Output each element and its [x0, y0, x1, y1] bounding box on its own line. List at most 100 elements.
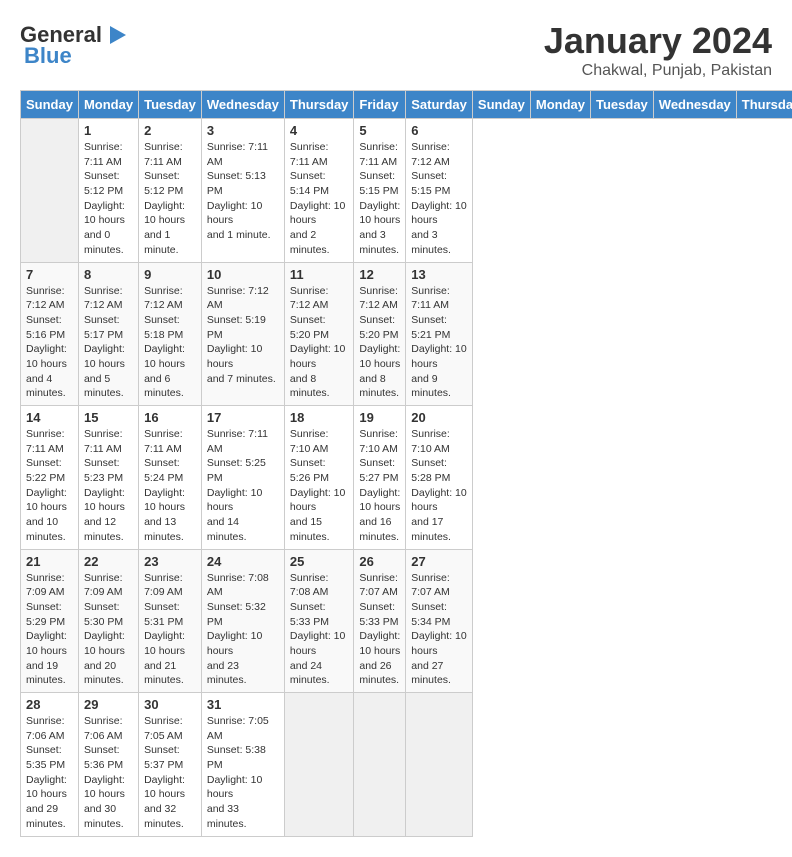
day-number: 2	[144, 123, 196, 138]
day-info: Sunrise: 7:11 AMSunset: 5:21 PMDaylight:…	[411, 284, 467, 402]
day-info: Sunrise: 7:11 AMSunset: 5:23 PMDaylight:…	[84, 427, 133, 545]
day-info: Sunrise: 7:12 AMSunset: 5:19 PMDaylight:…	[207, 284, 279, 387]
calendar-cell: 5Sunrise: 7:11 AMSunset: 5:15 PMDaylight…	[354, 119, 406, 263]
calendar-cell: 16Sunrise: 7:11 AMSunset: 5:24 PMDayligh…	[139, 406, 202, 550]
calendar-cell: 1Sunrise: 7:11 AMSunset: 5:12 PMDaylight…	[78, 119, 138, 263]
day-info: Sunrise: 7:10 AMSunset: 5:27 PMDaylight:…	[359, 427, 400, 545]
week-row-1: 1 Sunrise: 7:11 AMSunset: 5:12 PMDaylight…	[21, 119, 792, 263]
day-info: Sunrise: 7:12 AMSunset: 5:15 PMDaylight:…	[411, 140, 467, 258]
calendar-cell: 22 Sunrise: 7:09 AMSunset: 5:30 PMDayligh…	[78, 549, 138, 693]
calendar-cell	[21, 119, 79, 263]
calendar-cell: 13 Sunrise: 7:11 AMSunset: 5:21 PMDayligh…	[406, 262, 473, 406]
day-number: 26	[359, 554, 400, 569]
calendar-cell: 26Sunrise: 7:07 AMSunset: 5:33 PMDayligh…	[354, 549, 406, 693]
day-info: Sunrise: 7:05 AMSunset: 5:38 PMDaylight:…	[207, 714, 279, 832]
calendar-cell: 8 Sunrise: 7:12 AMSunset: 5:17 PMDaylight…	[78, 262, 138, 406]
calendar-cell: 23 Sunrise: 7:09 AMSunset: 5:31 PMDayligh…	[139, 549, 202, 693]
calendar-cell: 20Sunrise: 7:10 AMSunset: 5:28 PMDayligh…	[406, 406, 473, 550]
day-info: Sunrise: 7:11 AMSunset: 5:14 PMDaylight:…	[290, 140, 349, 258]
calendar-cell: 17 Sunrise: 7:11 AMSunset: 5:25 PMDayligh…	[201, 406, 284, 550]
header-row: SundayMondayTuesdayWednesdayThursdayFrid…	[21, 91, 792, 119]
calendar-cell	[284, 693, 354, 837]
day-info: Sunrise: 7:11 AMSunset: 5:24 PMDaylight:…	[144, 427, 196, 545]
header-tuesday: Tuesday	[139, 91, 202, 119]
day-number: 6	[411, 123, 467, 138]
header-friday: Friday	[354, 91, 406, 119]
calendar-cell: 27 Sunrise: 7:07 AMSunset: 5:34 PMDayligh…	[406, 549, 473, 693]
day-info: Sunrise: 7:05 AMSunset: 5:37 PMDaylight:…	[144, 714, 196, 832]
day-info: Sunrise: 7:08 AMSunset: 5:32 PMDaylight:…	[207, 571, 279, 689]
calendar-cell: 6 Sunrise: 7:12 AMSunset: 5:15 PMDaylight…	[406, 119, 473, 263]
calendar-cell: 7 Sunrise: 7:12 AMSunset: 5:16 PMDaylight…	[21, 262, 79, 406]
header-monday: Monday	[78, 91, 138, 119]
day-info: Sunrise: 7:07 AMSunset: 5:34 PMDaylight:…	[411, 571, 467, 689]
day-info: Sunrise: 7:10 AMSunset: 5:26 PMDaylight:…	[290, 427, 349, 545]
calendar-cell: 12Sunrise: 7:12 AMSunset: 5:20 PMDayligh…	[354, 262, 406, 406]
week-row-3: 14 Sunrise: 7:11 AMSunset: 5:22 PMDayligh…	[21, 406, 792, 550]
day-number: 3	[207, 123, 279, 138]
calendar-cell: 9Sunrise: 7:12 AMSunset: 5:18 PMDaylight…	[139, 262, 202, 406]
header-sunday: Sunday	[21, 91, 79, 119]
location: Chakwal, Punjab, Pakistan	[544, 62, 772, 80]
day-number: 30	[144, 697, 196, 712]
day-number: 7	[26, 267, 73, 282]
logo-blue-text: Blue	[24, 44, 72, 68]
day-number: 22	[84, 554, 133, 569]
day-info: Sunrise: 7:12 AMSunset: 5:18 PMDaylight:…	[144, 284, 196, 402]
title-area: January 2024 Chakwal, Punjab, Pakistan	[544, 20, 772, 80]
day-info: Sunrise: 7:10 AMSunset: 5:28 PMDaylight:…	[411, 427, 467, 545]
header-wednesday: Wednesday	[201, 91, 284, 119]
day-number: 11	[290, 267, 349, 282]
day-number: 23	[144, 554, 196, 569]
calendar-cell: 10 Sunrise: 7:12 AMSunset: 5:19 PMDayligh…	[201, 262, 284, 406]
day-number: 31	[207, 697, 279, 712]
week-row-2: 7 Sunrise: 7:12 AMSunset: 5:16 PMDaylight…	[21, 262, 792, 406]
day-number: 25	[290, 554, 349, 569]
calendar-cell: 30 Sunrise: 7:05 AMSunset: 5:37 PMDayligh…	[139, 693, 202, 837]
col-header-wednesday: Wednesday	[653, 91, 736, 119]
calendar-cell	[354, 693, 406, 837]
day-number: 21	[26, 554, 73, 569]
calendar-cell: 29 Sunrise: 7:06 AMSunset: 5:36 PMDayligh…	[78, 693, 138, 837]
calendar-cell: 21 Sunrise: 7:09 AMSunset: 5:29 PMDayligh…	[21, 549, 79, 693]
day-number: 13	[411, 267, 467, 282]
calendar-cell: 15 Sunrise: 7:11 AMSunset: 5:23 PMDayligh…	[78, 406, 138, 550]
day-number: 4	[290, 123, 349, 138]
day-info: Sunrise: 7:09 AMSunset: 5:31 PMDaylight:…	[144, 571, 196, 689]
day-number: 10	[207, 267, 279, 282]
calendar-cell: 19 Sunrise: 7:10 AMSunset: 5:27 PMDayligh…	[354, 406, 406, 550]
day-info: Sunrise: 7:09 AMSunset: 5:30 PMDaylight:…	[84, 571, 133, 689]
day-info: Sunrise: 7:06 AMSunset: 5:35 PMDaylight:…	[26, 714, 73, 832]
day-number: 19	[359, 410, 400, 425]
header-saturday: Saturday	[406, 91, 473, 119]
day-number: 8	[84, 267, 133, 282]
day-info: Sunrise: 7:11 AMSunset: 5:13 PMDaylight:…	[207, 140, 279, 243]
week-row-5: 28Sunrise: 7:06 AMSunset: 5:35 PMDayligh…	[21, 693, 792, 837]
calendar-cell: 24 Sunrise: 7:08 AMSunset: 5:32 PMDayligh…	[201, 549, 284, 693]
day-info: Sunrise: 7:09 AMSunset: 5:29 PMDaylight:…	[26, 571, 73, 689]
day-info: Sunrise: 7:11 AMSunset: 5:25 PMDaylight:…	[207, 427, 279, 545]
day-number: 18	[290, 410, 349, 425]
calendar-cell: 4 Sunrise: 7:11 AMSunset: 5:14 PMDaylight…	[284, 119, 354, 263]
day-number: 15	[84, 410, 133, 425]
week-row-4: 21 Sunrise: 7:09 AMSunset: 5:29 PMDayligh…	[21, 549, 792, 693]
day-number: 27	[411, 554, 467, 569]
day-number: 1	[84, 123, 133, 138]
calendar-cell	[406, 693, 473, 837]
page-header: General Blue January 2024 Chakwal, Punja…	[20, 20, 772, 80]
col-header-monday: Monday	[530, 91, 590, 119]
day-number: 29	[84, 697, 133, 712]
day-info: Sunrise: 7:11 AMSunset: 5:22 PMDaylight:…	[26, 427, 73, 545]
day-info: Sunrise: 7:11 AMSunset: 5:12 PMDaylight:…	[144, 140, 196, 258]
calendar-cell: 3 Sunrise: 7:11 AMSunset: 5:13 PMDaylight…	[201, 119, 284, 263]
day-info: Sunrise: 7:12 AMSunset: 5:17 PMDaylight:…	[84, 284, 133, 402]
calendar-cell: 2 Sunrise: 7:11 AMSunset: 5:12 PMDaylight…	[139, 119, 202, 263]
day-info: Sunrise: 7:12 AMSunset: 5:20 PMDaylight:…	[290, 284, 349, 402]
calendar-cell: 11 Sunrise: 7:12 AMSunset: 5:20 PMDayligh…	[284, 262, 354, 406]
day-number: 24	[207, 554, 279, 569]
day-info: Sunrise: 7:12 AMSunset: 5:16 PMDaylight:…	[26, 284, 73, 402]
day-number: 14	[26, 410, 73, 425]
day-info: Sunrise: 7:06 AMSunset: 5:36 PMDaylight:…	[84, 714, 133, 832]
day-number: 17	[207, 410, 279, 425]
logo: General Blue	[20, 20, 132, 68]
